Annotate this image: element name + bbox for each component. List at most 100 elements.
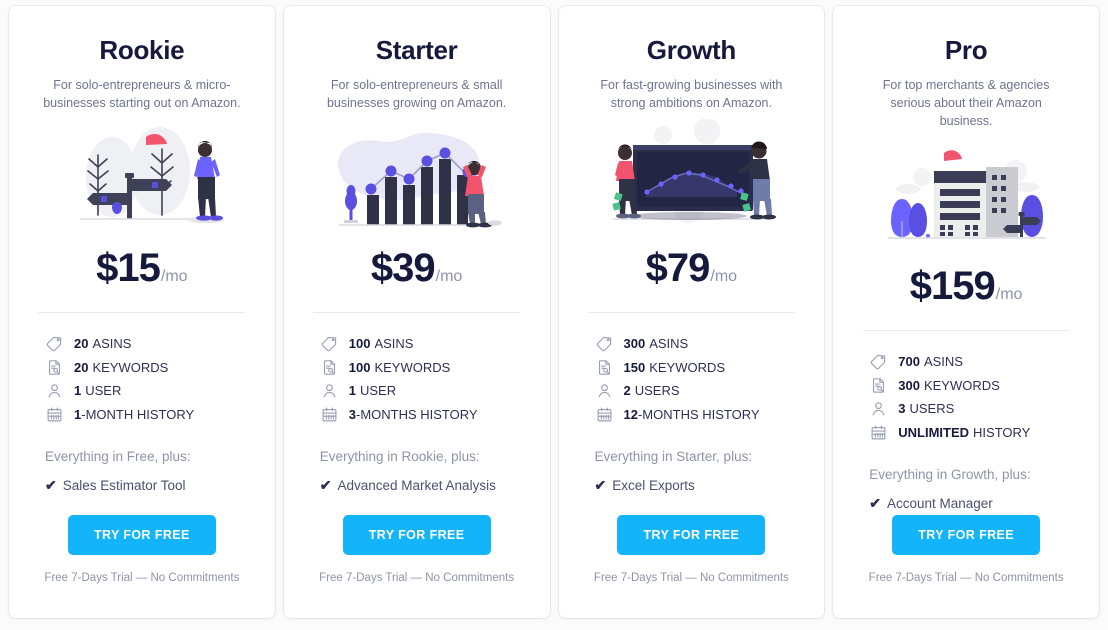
try-for-free-button[interactable]: TRY FOR FREE [892, 515, 1041, 555]
feature-list: 700 ASINS 300 KEYWORDS 3 USERS UNLIMITED HIS… [855, 350, 1077, 444]
calendar-icon [595, 406, 614, 423]
plan-description: For solo-entrepreneurs & small businesse… [326, 77, 507, 110]
plan-card-starter: Starter For solo-entrepreneurs & small bu… [283, 6, 550, 618]
inherited-plan-note: Everything in Rookie, plus: [319, 448, 480, 464]
pricing-plans-grid: Rookie For solo-entrepreneurs & micro-bus… [0, 0, 1108, 630]
extra-feature-label: Account Manager [886, 495, 993, 511]
plan-description: For solo-entrepreneurs & micro-businesse… [43, 77, 241, 110]
feature-item: 100 KEYWORDS [320, 355, 528, 379]
plan-price: $39/mo [371, 246, 462, 291]
extra-feature-label: Advanced Market Analysis [337, 477, 496, 493]
inherited-plan-note: Everything in Starter, plus: [594, 448, 753, 464]
try-for-free-button[interactable]: TRY FOR FREE [67, 515, 216, 555]
plan-title: Rookie [99, 35, 185, 65]
feature-item: 300 KEYWORDS [869, 373, 1077, 397]
feature-list: 20 ASINS 20 KEYWORDS 1 USER 1 -MONTH HISTORY [31, 332, 253, 426]
check-icon: ✔ [319, 476, 332, 493]
user-icon [869, 400, 888, 417]
plan-price: $159/mo [910, 264, 1023, 309]
extra-feature-row: ✔ Sales Estimator Tool [31, 477, 253, 494]
check-icon: ✔ [45, 476, 57, 493]
extra-feature-row: ✔ Advanced Market Analysis [306, 477, 528, 494]
feature-value: 3 [348, 406, 356, 422]
feature-value: 1 [348, 383, 356, 399]
user-icon [45, 382, 64, 399]
plan-card-rookie: Rookie For solo-entrepreneurs & micro-bus… [9, 6, 275, 618]
trial-note: Free 7-Days Trial — No Commitments [868, 572, 1064, 584]
signpost-person-illustration [31, 118, 253, 236]
extra-feature-row: ✔ Excel Exports [581, 477, 803, 494]
feature-label: KEYWORDS [374, 359, 451, 375]
feature-item: 700 ASINS [869, 350, 1077, 374]
trial-note: Free 7-Days Trial — No Commitments [44, 572, 240, 584]
feature-item: 20 KEYWORDS [45, 355, 253, 379]
price-period: /mo [710, 267, 738, 285]
try-for-free-button[interactable]: TRY FOR FREE [617, 515, 766, 555]
extra-feature-label: Sales Estimator Tool [62, 477, 186, 493]
inherited-plan-note: Everything in Free, plus: [45, 448, 191, 464]
feature-item: 150 KEYWORDS [595, 355, 803, 379]
inherited-plan-note: Everything in Growth, plus: [869, 466, 1031, 482]
feature-label: KEYWORDS [923, 377, 1000, 393]
feature-item: UNLIMITED HISTORY [869, 420, 1077, 444]
document-search-icon [45, 359, 64, 376]
feature-label: -MONTHS HISTORY [637, 406, 760, 422]
feature-value: 3 [898, 401, 906, 417]
section-divider [587, 311, 795, 313]
feature-item: 100 ASINS [320, 332, 528, 356]
trial-note: Free 7-Days Trial — No Commitments [593, 572, 789, 584]
calendar-icon [45, 406, 64, 423]
feature-label: USER [359, 383, 397, 399]
plan-description: For fast-growing businesses with strong … [600, 77, 783, 110]
plan-card-pro: Pro For top merchants & agencies serious … [833, 6, 1099, 618]
feature-value: 1 [74, 406, 82, 422]
tag-icon [45, 335, 64, 352]
feature-label: ASINS [92, 336, 132, 352]
feature-label: USERS [634, 383, 680, 399]
feature-item: 12 -MONTHS HISTORY [595, 402, 803, 426]
feature-value: 300 [898, 377, 920, 393]
plan-price: $79/mo [646, 246, 737, 291]
feature-label: -MONTHS HISTORY [355, 406, 478, 422]
feature-item: 300 ASINS [595, 332, 803, 356]
try-for-free-button[interactable]: TRY FOR FREE [342, 515, 491, 555]
feature-value: 100 [348, 336, 371, 352]
feature-item: 1 USER [45, 379, 253, 403]
feature-label: ASINS [649, 336, 689, 352]
plan-description: For top merchants & agencies serious abo… [882, 77, 1050, 128]
cta-zone: TRY FOR FREE Free 7-Days Trial — No Commi… [306, 515, 528, 618]
feature-value: 12 [623, 406, 638, 422]
plan-title: Starter [375, 35, 458, 65]
plan-title: Pro [944, 35, 988, 65]
feature-value: 300 [623, 336, 646, 352]
feature-item: 20 ASINS [45, 332, 253, 356]
office-building-illustration [855, 136, 1077, 254]
price-period: /mo [435, 267, 463, 285]
feature-label: USERS [909, 401, 955, 417]
feature-value: 20 [74, 359, 89, 375]
document-search-icon [869, 377, 888, 394]
price-period: /mo [995, 285, 1023, 303]
tag-icon [320, 335, 339, 352]
feature-list: 300 ASINS 150 KEYWORDS 2 USERS 12 -MONTHS HI… [581, 332, 803, 426]
price-amount: $159 [909, 263, 996, 308]
check-icon: ✔ [869, 494, 881, 511]
feature-value: UNLIMITED [898, 424, 970, 440]
section-divider [38, 311, 246, 313]
price-period: /mo [160, 267, 188, 285]
price-amount: $39 [370, 245, 436, 290]
feature-item: 1 -MONTH HISTORY [45, 402, 253, 426]
tag-icon [595, 335, 614, 352]
feature-item: 3 USERS [869, 397, 1077, 421]
feature-label: HISTORY [973, 424, 1031, 440]
feature-value: 150 [623, 359, 646, 375]
section-divider [313, 311, 521, 313]
feature-label: -MONTH HISTORY [81, 406, 195, 422]
feature-value: 2 [623, 383, 631, 399]
price-amount: $15 [96, 245, 161, 290]
check-icon: ✔ [594, 476, 607, 493]
user-icon [595, 382, 614, 399]
extra-feature-row: ✔ Account Manager [855, 495, 1077, 512]
feature-item: 3 -MONTHS HISTORY [320, 402, 528, 426]
feature-label: KEYWORDS [92, 359, 169, 375]
